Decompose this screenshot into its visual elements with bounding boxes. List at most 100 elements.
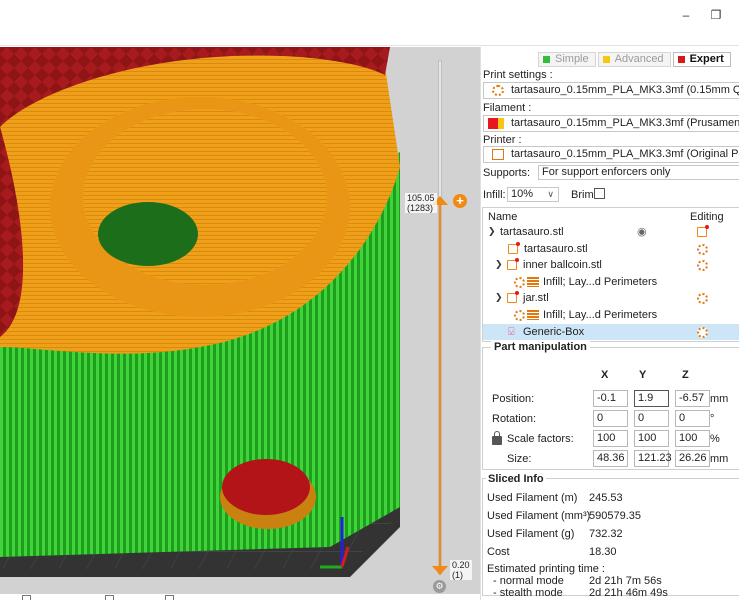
cost-label: Cost: [487, 546, 510, 558]
mode-simple-button[interactable]: Simple: [538, 52, 596, 67]
horizontal-slider-area: [0, 594, 480, 600]
list-item[interactable]: Infill; Lay...d Perimeters: [483, 274, 739, 291]
3d-viewport[interactable]: [0, 47, 480, 594]
chevron-down-icon[interactable]: ❯: [495, 259, 503, 270]
size-unit: mm: [710, 453, 729, 465]
brim-checkbox[interactable]: [594, 188, 605, 199]
sliced-info-panel: Sliced Info Used Filament (m) 245.53 Use…: [482, 473, 739, 599]
settings-gear-icon[interactable]: [697, 243, 708, 255]
sliced-model-render: [0, 47, 480, 594]
chevron-down-icon[interactable]: ❯: [495, 292, 503, 303]
settings-gear-icon: [514, 276, 525, 288]
filament-combo[interactable]: tartasauro_0.15mm_PLA_MK3.3mf (Prusament…: [483, 115, 739, 132]
bottom-layer-height: 0.20: [452, 560, 470, 570]
mode-expert-button[interactable]: Expert: [672, 52, 731, 67]
print-settings-label: Print settings :: [483, 69, 553, 81]
axis-x-label: X: [601, 369, 609, 381]
add-color-change-button[interactable]: +: [453, 194, 467, 208]
menu-bar: [0, 32, 739, 46]
chevron-down-icon[interactable]: ❯: [488, 226, 496, 237]
scale-x-input[interactable]: 100: [593, 430, 628, 447]
object-list-header: Name Editing: [483, 208, 739, 224]
list-item[interactable]: Infill; Lay...d Perimeters: [483, 307, 739, 324]
print-settings-gear-icon: [492, 85, 504, 96]
list-item-selected[interactable]: ⍌ Generic-Box: [483, 323, 739, 341]
size-x-input[interactable]: 48.36: [593, 450, 628, 467]
edit-object-icon[interactable]: [697, 225, 709, 237]
size-y-input[interactable]: 121.23: [634, 450, 672, 467]
list-item[interactable]: ❯ tartasauro.stl ◉: [483, 224, 739, 241]
top-layer-label: 105.05 (1283): [405, 193, 437, 213]
eye-icon[interactable]: ◉: [637, 225, 647, 238]
part-icon: [507, 258, 519, 271]
position-z-input[interactable]: -6.57: [675, 390, 710, 407]
bottom-toolbar-icon[interactable]: [105, 595, 114, 600]
normal-mode-label: - normal mode: [493, 575, 564, 587]
printer-combo[interactable]: tartasauro_0.15mm_PLA_MK3.3mf (Original …: [483, 146, 739, 163]
brim-label: Brim:: [571, 189, 597, 201]
expert-mode-icon: [677, 56, 685, 63]
print-settings-combo[interactable]: tartasauro_0.15mm_PLA_MK3.3mf (0.15mm QU…: [483, 82, 739, 99]
rotation-label: Rotation:: [492, 413, 537, 425]
list-item[interactable]: tartasauro.stl: [483, 241, 739, 258]
advanced-mode-icon: [602, 56, 610, 63]
infill-select[interactable]: 10% ∨: [507, 187, 559, 202]
position-y-input[interactable]: 1.9: [634, 390, 669, 407]
supports-select[interactable]: For support enforcers only: [538, 165, 739, 180]
lock-icon[interactable]: [492, 431, 502, 445]
layers-icon: [527, 276, 539, 287]
axis-y-label: Y: [639, 369, 647, 381]
used-filament-mm3-label: Used Filament (mm³): [487, 510, 591, 522]
bottom-toolbar-icon[interactable]: [165, 595, 174, 600]
layers-icon: [527, 309, 539, 320]
infill-label: Infill:: [483, 189, 506, 201]
slider-settings-icon[interactable]: ⚙: [433, 580, 446, 593]
sliced-info-title: Sliced Info: [486, 473, 546, 485]
column-name: Name: [488, 211, 518, 223]
object-list[interactable]: Name Editing ❯ tartasauro.stl ◉ tartasau…: [482, 207, 739, 342]
settings-gear-icon[interactable]: [697, 326, 708, 338]
used-filament-m-label: Used Filament (m): [487, 492, 578, 504]
part-manipulation-panel: Part manipulation X Y Z Position: -0.1 1…: [482, 341, 739, 470]
settings-gear-icon: [514, 309, 525, 321]
rotation-x-input[interactable]: 0: [593, 410, 628, 427]
sidebar-panel: Simple Advanced Expert Print settings : …: [480, 47, 739, 600]
size-label: Size:: [507, 453, 532, 465]
title-bar: – ❐: [0, 0, 739, 32]
layer-slider-bottom-thumb[interactable]: [432, 566, 448, 575]
rotation-y-input[interactable]: 0: [634, 410, 669, 427]
filament-color-swatch-icon: [498, 118, 504, 129]
size-z-input[interactable]: 26.26: [675, 450, 710, 467]
position-label: Position:: [492, 393, 535, 405]
box-icon: ⍌: [508, 325, 515, 338]
axis-z-label: Z: [682, 369, 689, 381]
filament-color-swatch-icon[interactable]: [488, 118, 498, 129]
chevron-down-icon: ∨: [547, 189, 554, 199]
list-item[interactable]: ❯ jar.stl: [483, 290, 739, 307]
scale-y-input[interactable]: 100: [634, 430, 669, 447]
minimize-button[interactable]: –: [674, 4, 698, 26]
cost-value: 18.30: [589, 546, 617, 558]
settings-gear-icon[interactable]: [697, 293, 708, 305]
list-item[interactable]: ❯ inner ballcoin.stl: [483, 257, 739, 274]
supports-row: Supports: For support enforcers only: [483, 165, 739, 180]
restore-button[interactable]: ❐: [704, 4, 728, 26]
mode-advanced-button[interactable]: Advanced: [597, 52, 671, 67]
part-icon: [508, 241, 520, 254]
stealth-mode-value: 2d 21h 46m 49s: [589, 587, 668, 599]
rotation-z-input[interactable]: 0: [675, 410, 710, 427]
top-layer-number: (1283): [407, 203, 434, 213]
position-x-input[interactable]: -0.1: [593, 390, 628, 407]
part-icon: [507, 291, 519, 304]
scale-z-input[interactable]: 100: [675, 430, 710, 447]
printer-icon: [492, 149, 504, 160]
simple-mode-icon: [543, 56, 550, 63]
supports-label: Supports:: [483, 167, 531, 179]
settings-gear-icon[interactable]: [697, 260, 708, 272]
bottom-layer-label: 0.20 (1): [450, 560, 472, 580]
scale-factors-label: Scale factors:: [507, 433, 574, 445]
bottom-toolbar-icon[interactable]: [22, 595, 31, 600]
inner-hole: [98, 202, 198, 266]
part-manipulation-title: Part manipulation: [491, 341, 590, 353]
filament-label: Filament :: [483, 102, 532, 114]
